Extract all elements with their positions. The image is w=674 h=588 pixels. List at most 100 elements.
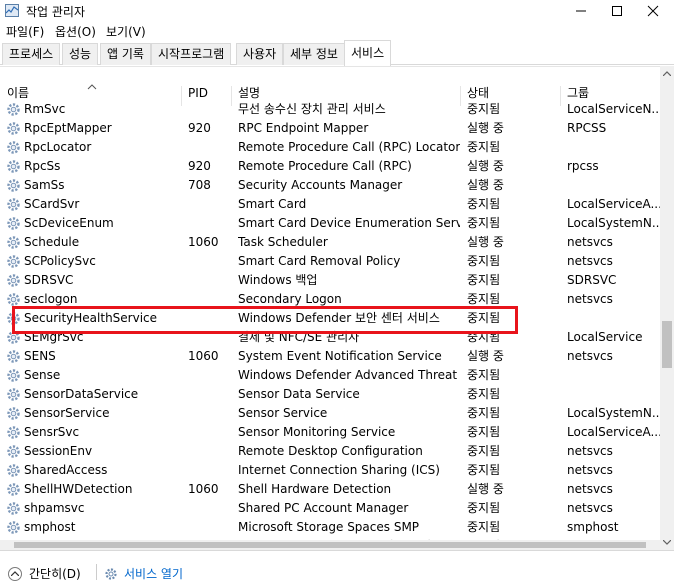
tab-app-history[interactable]: 앱 기록	[100, 43, 151, 65]
tab-startup[interactable]: 시작프로그램	[151, 43, 232, 65]
service-group: netsvcs	[567, 501, 613, 515]
service-row[interactable]: SensrSvc Sensor Monitoring Service 중지됨 Loca…	[0, 423, 660, 442]
title-bar: 작업 관리자	[0, 0, 674, 22]
service-gear-icon	[6, 482, 21, 497]
service-gear-icon	[6, 178, 21, 193]
service-name: smphost	[24, 520, 76, 534]
service-name: SDRSVC	[24, 273, 74, 287]
service-row[interactable]: SecurityHealthService Windows Defender 보안…	[0, 309, 660, 328]
menu-options[interactable]: 옵션(O)	[55, 23, 96, 40]
service-row[interactable]: RmSvc 무선 송수신 장치 관리 서비스 중지됨 LocalServiceN...	[0, 100, 660, 119]
service-group: LocalSystemN...	[567, 216, 660, 230]
service-group: SDRSVC	[567, 273, 617, 287]
service-pid: 1060	[188, 349, 219, 363]
service-gear-icon	[6, 235, 21, 250]
service-description: 무선 송수신 장치 관리 서비스	[238, 102, 386, 116]
service-row[interactable]: RpcSs 920 Remote Procedure Call (RPC) 실행 중 r…	[0, 157, 660, 176]
service-description: Shell Hardware Detection	[238, 482, 392, 496]
service-group	[567, 385, 660, 404]
service-pid	[188, 518, 228, 537]
service-name: RpcSs	[24, 159, 61, 173]
service-name: SharedAccess	[24, 463, 108, 477]
service-status: 중지됨	[467, 292, 501, 306]
service-description: Remote Procedure Call (RPC)	[238, 159, 412, 173]
service-row[interactable]: SessionEnv Remote Desktop Configuration 중지…	[0, 442, 660, 461]
service-gear-icon	[6, 102, 21, 117]
service-row[interactable]: SensorDataService Sensor Data Service 중지됨	[0, 385, 660, 404]
scroll-up-icon[interactable]	[663, 71, 671, 76]
service-gear-icon	[6, 292, 21, 307]
service-row[interactable]: RpcLocator Remote Procedure Call (RPC) Lo…	[0, 138, 660, 157]
service-gear-icon	[6, 197, 21, 212]
service-row[interactable]: smphost Microsoft Storage Spaces SMP 중지됨 sm…	[0, 518, 660, 537]
service-row[interactable]: RpcEptMapper 920 RPC Endpoint Mapper 실행 중 RP…	[0, 119, 660, 138]
service-pid: 920	[188, 159, 211, 173]
tab-processes[interactable]: 프로세스	[2, 43, 61, 65]
close-icon[interactable]	[630, 0, 674, 22]
horizontal-scroll-thumb[interactable]	[14, 542, 646, 548]
service-status: 중지됨	[467, 425, 501, 439]
service-row[interactable]: SENS 1060 System Event Notification Servic…	[0, 347, 660, 366]
menu-file[interactable]: 파일(F)	[6, 23, 44, 40]
service-description: Windows Defender Advanced Threat ...	[238, 368, 460, 382]
service-status: 중지됨	[467, 368, 501, 382]
task-manager-icon	[5, 4, 19, 17]
service-row[interactable]: ShellHWDetection 1060 Shell Hardware Detec…	[0, 480, 660, 499]
service-gear-icon	[6, 311, 21, 326]
service-pid: 1060	[188, 235, 219, 249]
service-status: 실행 중	[467, 349, 504, 363]
service-status: 실행 중	[467, 121, 504, 135]
service-status: 실행 중	[467, 178, 504, 192]
service-row[interactable]: Sense Windows Defender Advanced Threat ..…	[0, 366, 660, 385]
service-row[interactable]: SamSs 708 Security Accounts Manager 실행 중	[0, 176, 660, 195]
service-gear-icon	[6, 140, 21, 155]
service-status: 중지됨	[467, 387, 501, 401]
open-services-label: 서비스 열기	[124, 567, 184, 581]
service-name: SensorService	[24, 406, 110, 420]
service-pid	[188, 138, 228, 157]
service-row[interactable]: seclogon Secondary Logon 중지됨 netsvcs	[0, 290, 660, 309]
service-group	[567, 176, 660, 195]
vertical-scroll-thumb[interactable]	[662, 321, 672, 368]
service-pid	[188, 271, 228, 290]
open-services-link[interactable]: 서비스 열기	[104, 565, 183, 582]
service-description: Smart Card Device Enumeration Service	[238, 216, 460, 230]
service-status: 중지됨	[467, 330, 501, 344]
horizontal-scrollbar[interactable]	[0, 540, 660, 550]
tab-services[interactable]: 서비스	[344, 40, 392, 66]
service-pid: 708	[188, 178, 211, 192]
service-row[interactable]: SCPolicySvc Smart Card Removal Policy 중지됨 n…	[0, 252, 660, 271]
service-status: 실행 중	[467, 482, 504, 496]
service-row[interactable]: SEMgrSvc 결제 및 NFC/SE 관리자 중지됨 LocalService	[0, 328, 660, 347]
fewer-details-button[interactable]: 간단히(D)	[8, 565, 81, 582]
tab-details[interactable]: 세부 정보	[283, 43, 345, 65]
service-name: SCardSvr	[24, 197, 80, 211]
service-status: 실행 중	[467, 159, 504, 173]
menu-view[interactable]: 보기(V)	[106, 23, 146, 40]
service-row[interactable]: ScDeviceEnum Smart Card Device Enumeratio…	[0, 214, 660, 233]
service-row[interactable]: SharedAccess Internet Connection Sharing …	[0, 461, 660, 480]
service-row[interactable]: Schedule 1060 Task Scheduler 실행 중 netsvcs	[0, 233, 660, 252]
service-status: 중지됨	[467, 197, 501, 211]
service-pid: 1060	[188, 482, 219, 496]
service-group: RPCSS	[567, 121, 607, 135]
service-gear-icon	[6, 273, 21, 288]
service-group: netsvcs	[567, 292, 613, 306]
service-row[interactable]: SCardSvr Smart Card 중지됨 LocalServiceA...	[0, 195, 660, 214]
chevron-up-icon	[8, 566, 22, 581]
service-row[interactable]: SDRSVC Windows 백업 중지됨 SDRSVC	[0, 271, 660, 290]
service-gear-icon	[6, 159, 21, 174]
tab-performance[interactable]: 성능	[62, 43, 99, 65]
vertical-scrollbar[interactable]	[660, 66, 674, 550]
service-name: SensorDataService	[24, 387, 139, 401]
service-description: Internet Connection Sharing (ICS)	[238, 463, 440, 477]
tab-users[interactable]: 사용자	[236, 43, 284, 65]
service-pid	[188, 195, 228, 214]
scroll-down-icon[interactable]	[663, 540, 671, 545]
service-group: netsvcs	[567, 254, 613, 268]
service-row[interactable]: SensorService Sensor Service 중지됨 LocalSyste…	[0, 404, 660, 423]
service-group	[567, 366, 660, 385]
service-name: RpcLocator	[24, 140, 92, 154]
service-row[interactable]: shpamsvc Shared PC Account Manager 중지됨 nets…	[0, 499, 660, 518]
column-header: 이름 PID 설명 상태 그룹	[0, 78, 660, 106]
